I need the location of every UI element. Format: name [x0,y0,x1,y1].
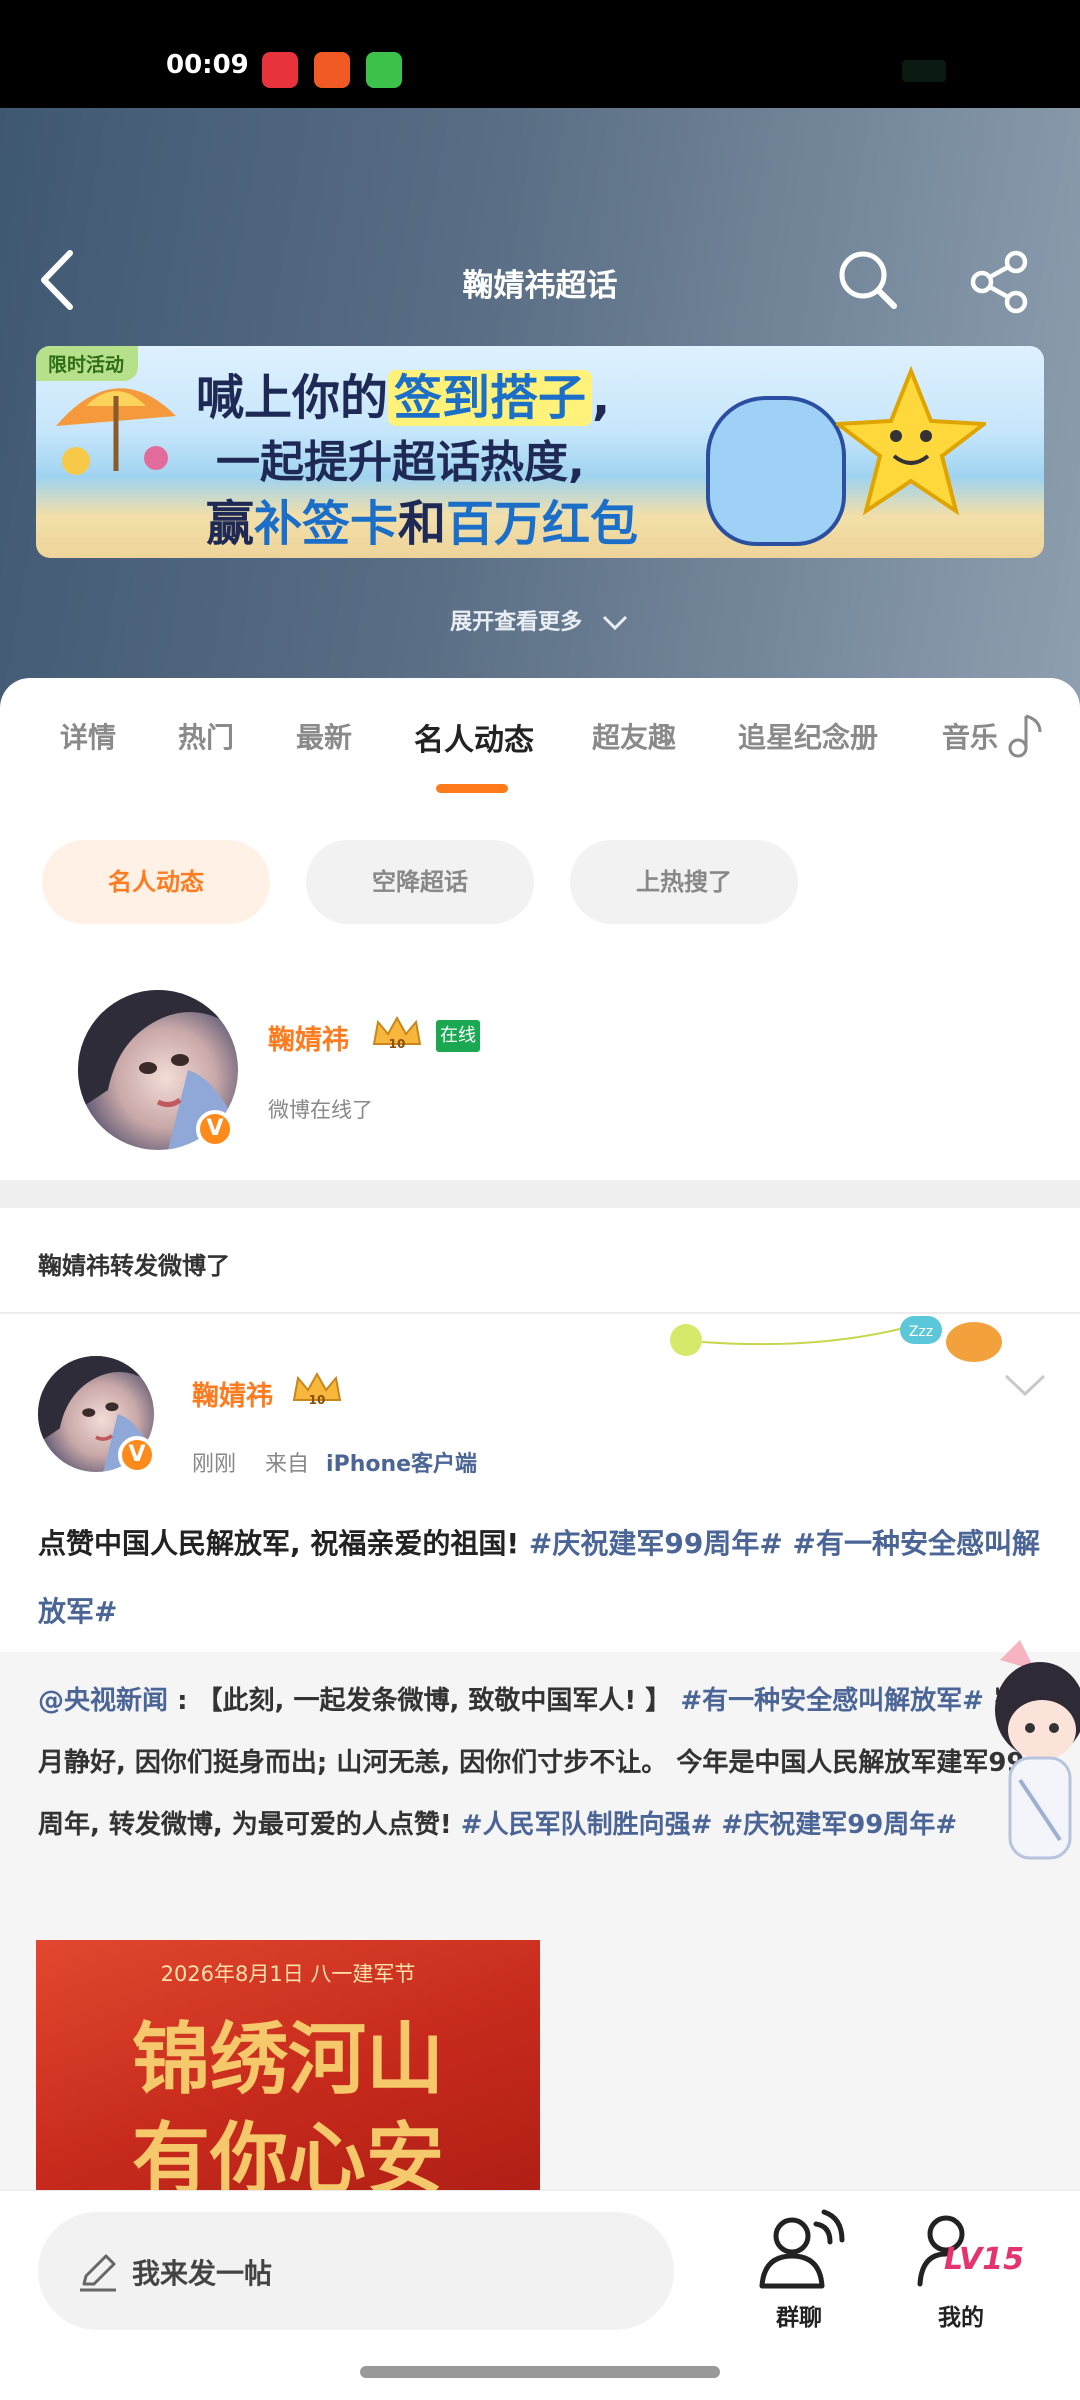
banner-line-3: 赢补签卡和百万红包 [206,496,639,552]
post-author-name[interactable]: 鞠婧祎 [192,1374,273,1413]
verified-badge: V [118,1436,156,1474]
app-notification-icon [262,52,298,88]
tab-details[interactable]: 详情 [60,716,116,756]
post-body: 点赞中国人民解放军, 祝福亲爱的祖国! #庆祝建军99周年# #有一种安全感叫解… [38,1527,1041,1628]
status-time: 00:09 [166,50,249,80]
floating-mascot-widget[interactable] [980,1640,1080,1900]
home-indicator[interactable] [360,2366,720,2378]
tab-music[interactable]: 音乐 [942,716,998,756]
compose-label: 我来发一帖 [132,2257,273,2290]
page-title: 鞠婧祎超话 [462,268,618,304]
share-icon [970,250,1028,314]
chevron-down-icon [1004,1374,1046,1397]
tab-bar: 详情 热门 最新 名人动态 超友趣 追星纪念册 音乐 [0,714,1080,806]
promo-banner[interactable]: 限时活动 喊上你的 签到搭子, 一起提升超话热度, 赢补签卡和百万红包 [36,346,1044,558]
expand-more-button[interactable]: 展开查看更多 [0,604,1080,636]
section-divider [0,1180,1080,1208]
filter-chip-airdrop[interactable]: 空降超话 [306,840,534,924]
share-button[interactable] [968,250,1032,314]
music-note-icon [1008,714,1042,758]
reposted-text: @央视新闻 : 【此刻, 一起发条微博, 致敬中国军人! 】 #有一种安全感叫解… [38,1686,1025,1840]
fan-level-crown-icon: 10 [372,1015,422,1051]
tab-fan-fun[interactable]: 超友趣 [592,716,676,756]
post-image[interactable]: 2026年8月1日 八一建军节 锦绣河山 有你心安 [36,1940,540,2190]
app-notification-icon [314,52,350,88]
search-icon [839,251,897,309]
filter-chip-celebrity-updates[interactable]: 名人动态 [42,840,270,924]
battery-icon [902,60,946,82]
hashtag[interactable]: #人民军队制胜向强# [461,1810,713,1840]
profile-label: 我的 [938,2305,984,2331]
elephant-mascot-illustration [706,396,846,546]
post-menu-button[interactable] [1000,1370,1050,1400]
hashtag[interactable]: #庆祝建军99周年# [529,1527,783,1560]
filter-chip-trending[interactable]: 上热搜了 [570,840,798,924]
star-mascot-illustration [836,366,986,516]
yarn-cat-decoration: Zzz [670,1316,1002,1362]
group-chat-icon [759,2209,845,2289]
active-tab-indicator [436,784,508,793]
svg-text:10: 10 [389,1037,406,1051]
group-chat-button[interactable]: 群聊 [744,2206,854,2336]
beach-umbrella-illustration [56,388,176,475]
tab-latest[interactable]: 最新 [296,716,352,756]
online-status-badge: 在线 [436,1020,480,1052]
user-level-badge: LV15 [944,2242,1024,2277]
banner-line-2: 一起提升超话热度, [216,437,585,488]
poster-date: 2026年8月1日 八一建军节 [160,1962,416,1986]
post-source[interactable]: iPhone客户端 [326,1452,477,1477]
svg-text:Zzz: Zzz [909,1324,933,1340]
repost-notice: 鞠婧祎转发微博了 [38,1252,230,1280]
celebrity-name[interactable]: 鞠婧祎 [268,1018,349,1057]
banner-line-1: 喊上你的 签到搭子, [196,370,611,426]
svg-text:10: 10 [309,1393,326,1407]
status-bar: 00:09 [0,0,1080,108]
post-meta: 刚刚 来自 iPhone客户端 [192,1446,477,1478]
mention-link[interactable]: @央视新闻 [38,1686,168,1716]
celebrity-subtitle: 微博在线了 [268,1098,373,1122]
post-from-label: 来自 [265,1452,310,1477]
hashtag[interactable]: #庆祝建军99周年# [721,1810,957,1840]
verified-badge: V [196,1110,234,1148]
hashtag[interactable]: #有一种安全感叫解放军# [680,1686,984,1716]
chevron-down-icon [602,615,627,631]
tab-celebrity-updates[interactable]: 名人动态 [414,715,534,759]
group-chat-label: 群聊 [776,2305,822,2331]
message-notification-icon [366,52,402,88]
fan-level-crown-icon: 10 [292,1371,342,1407]
poster-headline: 锦绣河山 有你心安 [131,2014,444,2190]
post-time: 刚刚 [192,1452,237,1477]
tab-fan-album[interactable]: 追星纪念册 [738,716,878,756]
pencil-icon [80,2254,116,2292]
search-button[interactable] [836,248,900,312]
tab-hot[interactable]: 热门 [178,716,234,756]
